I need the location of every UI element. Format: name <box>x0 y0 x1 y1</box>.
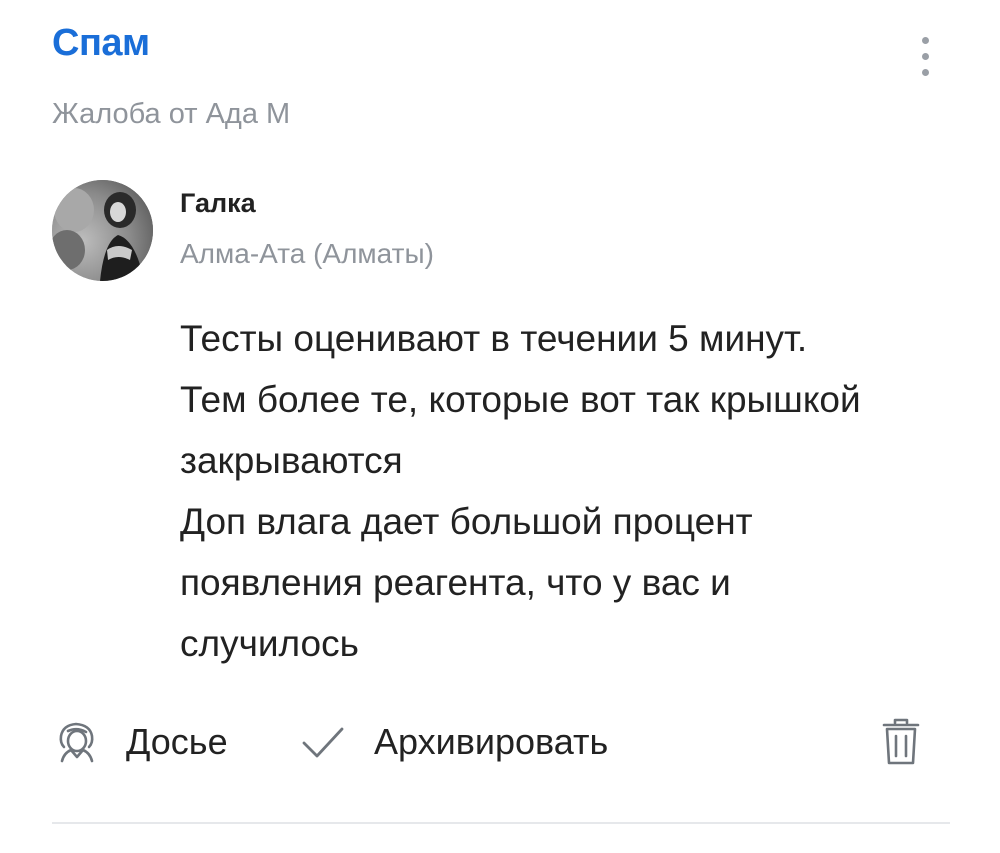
message-line: Тем более те, которые вот так крышкой <box>180 379 861 420</box>
message-text: Тесты оценивают в течении 5 минут. Тем б… <box>180 308 970 674</box>
divider <box>52 822 950 824</box>
author-name[interactable]: Галка <box>180 188 256 219</box>
message-line: Тесты оценивают в течении 5 минут. <box>180 318 808 359</box>
message-line: случилось <box>180 623 359 664</box>
message-line: появления реагента, что у вас и <box>180 562 731 603</box>
page-title: Спам <box>52 22 150 64</box>
dossier-button[interactable]: Досье <box>52 712 228 772</box>
dossier-label: Досье <box>126 721 228 762</box>
archive-label: Архивировать <box>374 721 609 762</box>
delete-button[interactable] <box>878 712 924 772</box>
avatar-image <box>52 180 153 281</box>
avatar[interactable] <box>52 180 153 281</box>
more-vertical-icon-dot <box>921 52 929 60</box>
user-profile-icon <box>59 722 94 763</box>
more-options-button[interactable] <box>900 28 950 84</box>
archive-button[interactable]: Архивировать <box>300 712 608 772</box>
trash-icon <box>882 718 920 765</box>
author-city: Алма-Ата (Алматы) <box>180 238 434 269</box>
action-bar: Досье Архивировать <box>52 712 952 772</box>
more-vertical-icon <box>921 36 929 44</box>
more-vertical-icon-dot <box>921 68 929 76</box>
message-line: закрываются <box>180 440 403 481</box>
complaint-card: Спам Жалоба от Ада М Галка Алма-Ата (Алм… <box>0 0 1000 853</box>
checkmark-icon <box>302 727 344 758</box>
complaint-source: Жалоба от Ада М <box>52 98 291 130</box>
message-line: Доп влага дает большой процент <box>180 501 753 542</box>
